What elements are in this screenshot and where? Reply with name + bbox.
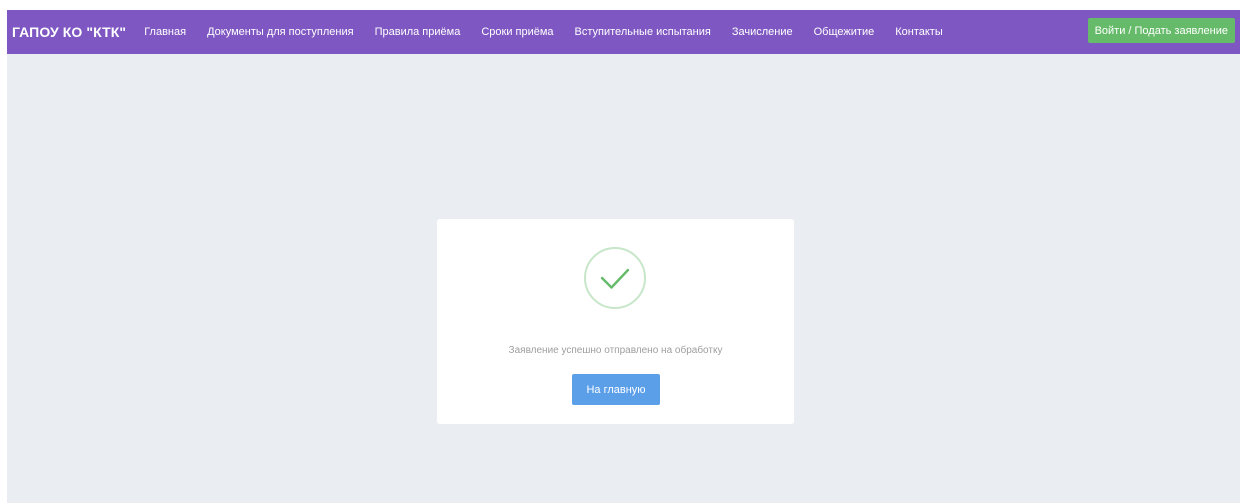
nav-item-home[interactable]: Главная	[144, 26, 186, 38]
success-checkmark-icon	[584, 247, 646, 309]
success-card: Заявление успешно отправлено на обработк…	[437, 219, 794, 424]
nav-item-deadlines[interactable]: Сроки приёма	[481, 26, 553, 38]
nav-item-rules[interactable]: Правила приёма	[375, 26, 461, 38]
nav-item-dormitory[interactable]: Общежитие	[814, 26, 875, 38]
go-home-button[interactable]: На главную	[572, 374, 660, 405]
app-window: ГАПОУ КО "КТК" Главная Документы для пос…	[7, 10, 1240, 503]
nav-item-documents[interactable]: Документы для поступления	[207, 26, 354, 38]
login-apply-button[interactable]: Войти / Подать заявление	[1087, 18, 1235, 43]
brand-title[interactable]: ГАПОУ КО "КТК"	[12, 24, 126, 40]
nav-item-exams[interactable]: Вступительные испытания	[575, 26, 711, 38]
nav-item-contacts[interactable]: Контакты	[895, 26, 943, 38]
success-message: Заявление успешно отправлено на обработк…	[508, 345, 723, 356]
nav-menu: Главная Документы для поступления Правил…	[144, 26, 964, 38]
nav-item-enrollment[interactable]: Зачисление	[732, 26, 793, 38]
top-navbar: ГАПОУ КО "КТК" Главная Документы для пос…	[7, 10, 1240, 54]
